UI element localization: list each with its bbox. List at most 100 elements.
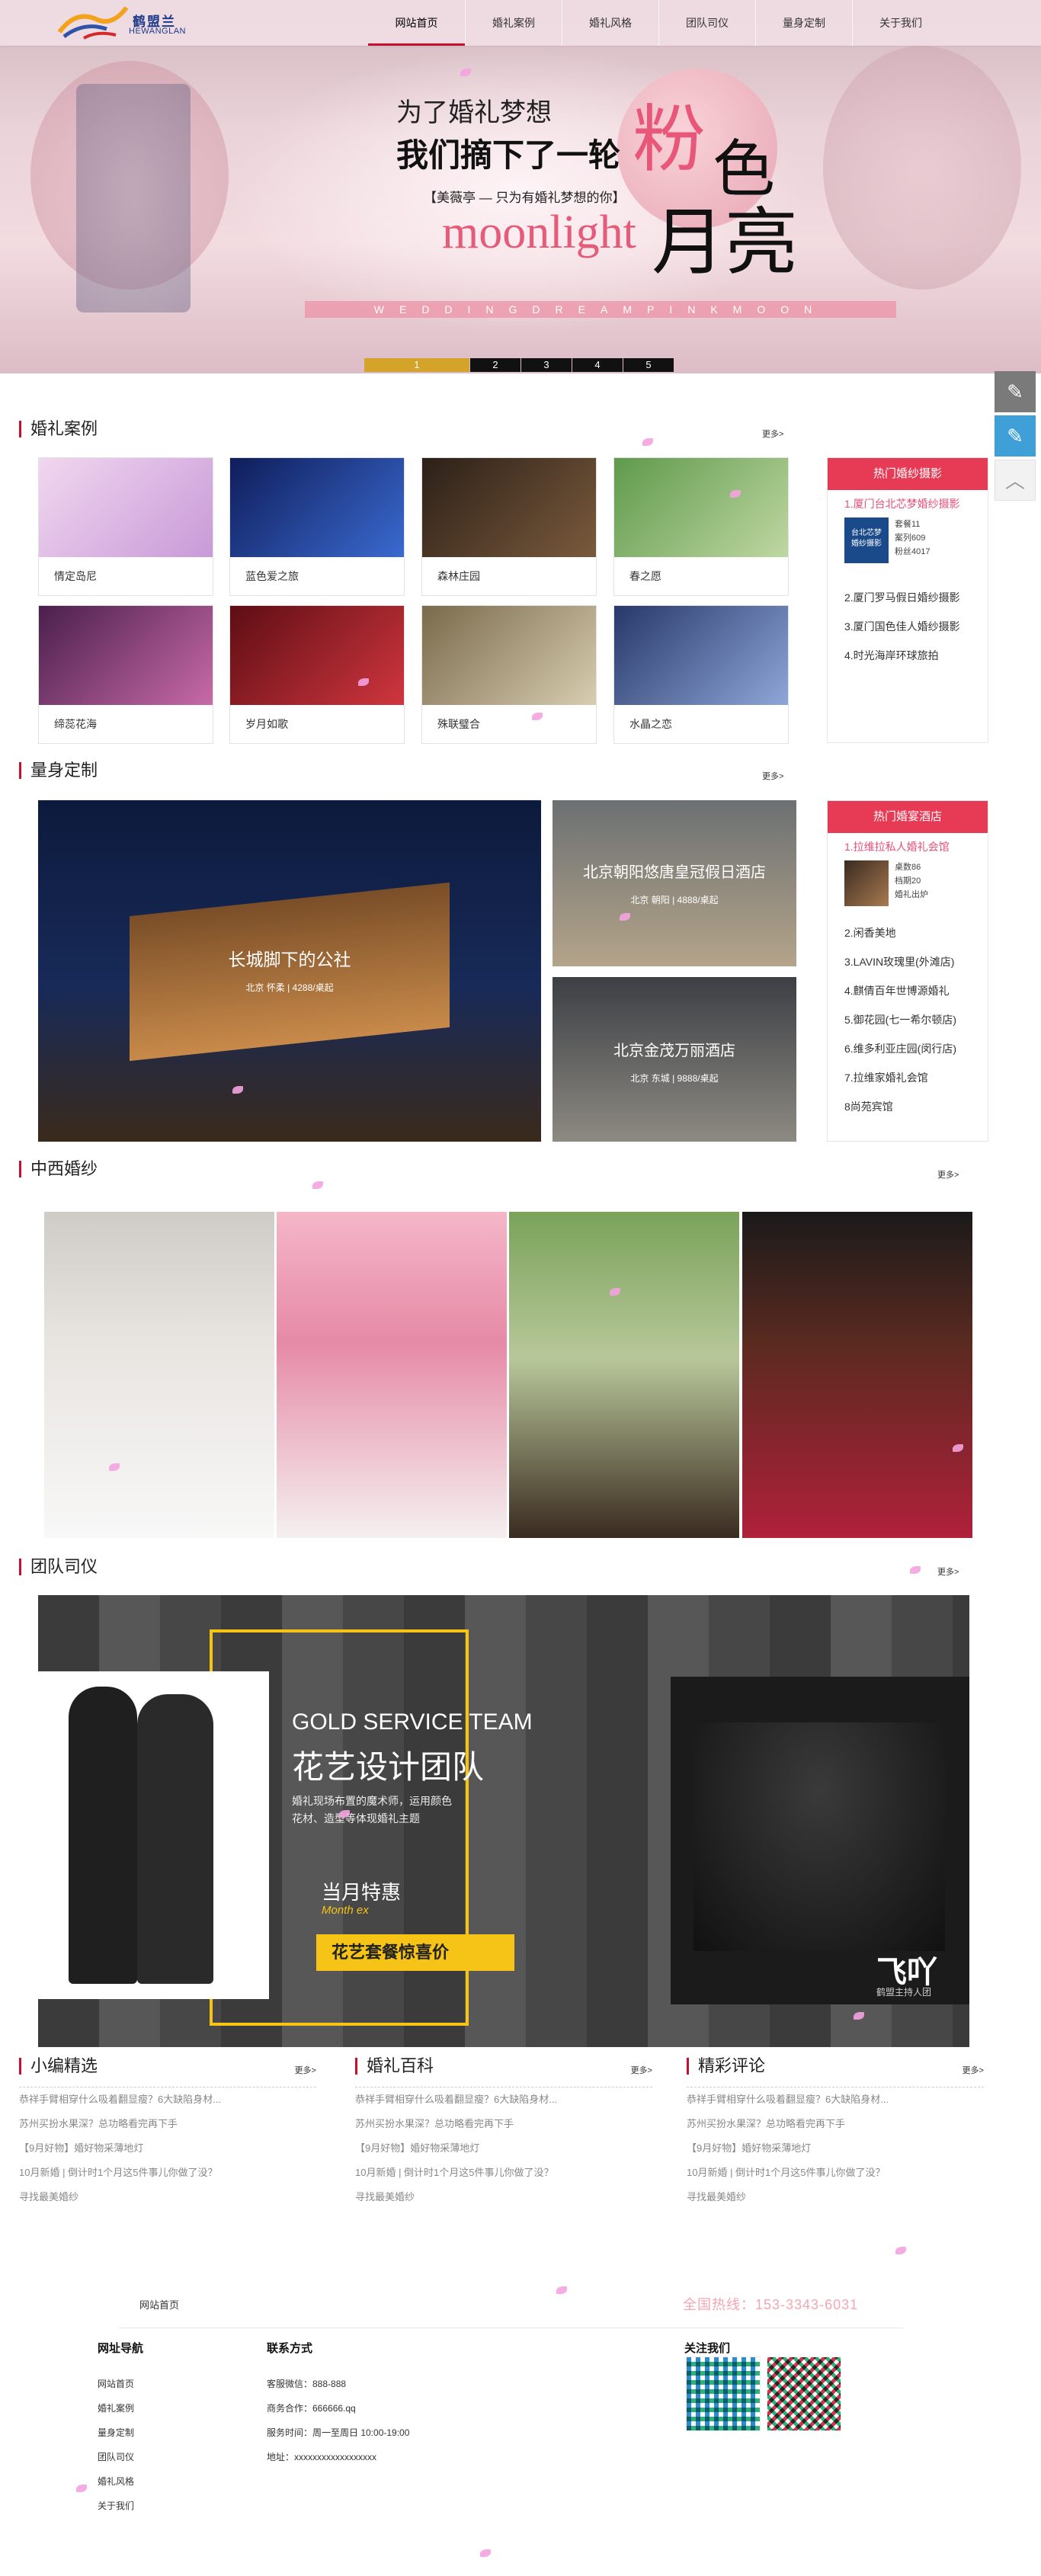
hot-photo-panel: 热门婚纱摄影 1.厦门台北芯梦婚纱摄影 台北芯梦 婚纱摄影 套餐11 案列609 …	[827, 457, 988, 743]
news-item[interactable]: 苏州买扮水果深？总功略看完再下手	[355, 2112, 652, 2136]
venue-big[interactable]: 长城脚下的公社 北京 怀柔 | 4288/桌起	[38, 800, 541, 1142]
news-item[interactable]: 【9月好物】婚好物采薄地灯	[355, 2136, 652, 2161]
hot-hotel-item[interactable]: 2.闲香美地	[828, 918, 988, 947]
petal-decoration	[910, 1566, 921, 1574]
case-card[interactable]: 水晶之恋	[613, 605, 789, 744]
hot-photo-feature[interactable]: 台北芯梦 婚纱摄影 套餐11 案列609 粉丝4017	[828, 517, 988, 583]
logo[interactable]: 鹤盟兰 HEWANGLAN	[53, 3, 206, 43]
news-item[interactable]: 苏州买扮水果深？总功略看完再下手	[687, 2112, 984, 2136]
team-desc: 花材、造型等体现婚礼主题	[292, 1812, 420, 1825]
news-title: 精彩评论 更多>	[687, 2058, 984, 2075]
team-more-link[interactable]: 更多>	[937, 1565, 959, 1578]
footer-nav-link[interactable]: 团队司仪	[98, 2445, 143, 2469]
banner-dot[interactable]: 2	[470, 358, 520, 372]
hot-hotel-item[interactable]: 5.御花园(七一希尔顿店)	[828, 1005, 988, 1034]
team-cn-title: 花艺设计团队	[292, 1749, 485, 1785]
case-caption: 春之愿	[629, 570, 661, 582]
footer-nav: 网址导航 网站首页 婚礼案例 量身定制 团队司仪 婚礼风格 关于我们	[98, 2337, 143, 2518]
edit-icon[interactable]: ✎	[995, 415, 1036, 457]
news-list: 恭祥手臂相穿什么吸着翻显瘦？6大缺陷身材... 苏州买扮水果深？总功略看完再下手…	[19, 2087, 316, 2209]
news-item[interactable]: 恭祥手臂相穿什么吸着翻显瘦？6大缺陷身材...	[355, 2087, 652, 2112]
news-item[interactable]: 10月新婚 | 倒计时1个月这5件事儿你做了没？	[687, 2161, 984, 2185]
footer-home-link[interactable]: 网站首页	[139, 2297, 179, 2312]
promo-cta-button[interactable]: 花艺套餐惊喜价	[316, 1934, 514, 1971]
case-card[interactable]: 蓝色爱之旅	[229, 457, 405, 596]
banner-dot[interactable]: 5	[623, 358, 674, 372]
nav-team[interactable]: 团队司仪	[658, 0, 755, 46]
news-more-link[interactable]: 更多>	[295, 2062, 316, 2079]
gown-photo[interactable]	[44, 1212, 274, 1538]
footer-nav-link[interactable]: 关于我们	[98, 2494, 143, 2518]
news-item[interactable]: 苏州买扮水果深？总功略看完再下手	[19, 2112, 316, 2136]
banner-pagination: 1 2 3 4 5	[364, 358, 674, 372]
hot-photo-item[interactable]: 1.厦门台北芯梦婚纱摄影	[828, 490, 988, 517]
case-card[interactable]: 春之愿	[613, 457, 789, 596]
footer-nav-link[interactable]: 网站首页	[98, 2372, 143, 2396]
hot-photo-meta: 套餐11 案列609 粉丝4017	[895, 517, 930, 559]
venue-hotel[interactable]: 北京朝阳悠唐皇冠假日酒店 北京 朝阳 | 4888/桌起	[553, 800, 796, 966]
nav-about[interactable]: 关于我们	[852, 0, 949, 46]
hot-hotel-item[interactable]: 7.拉维家婚礼会馆	[828, 1063, 988, 1092]
hot-hotel-item[interactable]: 3.LAVIN玫瑰里(外滩店)	[828, 947, 988, 976]
case-image	[422, 606, 596, 705]
nav-home[interactable]: 网站首页	[368, 0, 465, 46]
banner-dot[interactable]: 3	[521, 358, 572, 372]
news-item[interactable]: 【9月好物】婚好物采薄地灯	[19, 2136, 316, 2161]
news-item[interactable]: 10月新婚 | 倒计时1个月这5件事儿你做了没？	[19, 2161, 316, 2185]
footer-contact-line: 商务合作：666666.qq	[267, 2403, 356, 2414]
hero-banner[interactable]: 为了婚礼梦想 我们摘下了一轮 【美薇亭 — 只为有婚礼梦想的你】 moonlig…	[0, 0, 1041, 373]
case-card[interactable]: 缔蕊花海	[38, 605, 213, 744]
hot-photo-item[interactable]: 2.厦门罗马假日婚纱摄影	[828, 583, 988, 612]
banner-dot[interactable]: 4	[572, 358, 623, 372]
case-card[interactable]: 情定岛尼	[38, 457, 213, 596]
edit-icon[interactable]: ✎	[995, 371, 1036, 412]
footer-nav-link[interactable]: 婚礼案例	[98, 2396, 143, 2421]
hot-hotel-item[interactable]: 4.麒倩百年世博源婚礼	[828, 976, 988, 1005]
gown-photo[interactable]	[742, 1212, 972, 1538]
footer-nav-link[interactable]: 量身定制	[98, 2421, 143, 2445]
news-item[interactable]: 10月新婚 | 倒计时1个月这5件事儿你做了没？	[355, 2161, 652, 2185]
news-item[interactable]: 【9月好物】婚好物采薄地灯	[687, 2136, 984, 2161]
news-item[interactable]: 寻找最美婚纱	[19, 2185, 316, 2209]
hot-hotel-item[interactable]: 6.维多利亚庄园(闵行店)	[828, 1034, 988, 1063]
venue-name: 北京朝阳悠唐皇冠假日酒店	[583, 864, 766, 881]
cases-more-link[interactable]: 更多>	[762, 428, 783, 440]
hot-hotel-feature[interactable]: 桌数86 档期20 婚礼出炉	[828, 860, 988, 918]
news-more-link[interactable]: 更多>	[963, 2062, 984, 2079]
news-item[interactable]: 恭祥手臂相穿什么吸着翻显瘦？6大缺陷身材...	[19, 2087, 316, 2112]
nav-styles[interactable]: 婚礼风格	[562, 0, 658, 46]
nav-cases[interactable]: 婚礼案例	[465, 0, 562, 46]
case-card[interactable]: 岁月如歌	[229, 605, 405, 744]
case-card[interactable]: 殊联璧合	[421, 605, 597, 744]
venue-name: 北京金茂万丽酒店	[613, 1043, 735, 1059]
case-caption: 水晶之恋	[629, 718, 672, 730]
news-title-text: 小编精选	[30, 2056, 98, 2075]
decor-palm	[823, 46, 1021, 290]
hot-hotel-item[interactable]: 1.拉维拉私人婚礼会馆	[828, 833, 988, 860]
hot-photo-item[interactable]: 3.厦门国色佳人婚纱摄影	[828, 612, 988, 641]
petal-decoration	[312, 1181, 323, 1189]
news-more-link[interactable]: 更多>	[631, 2062, 652, 2079]
team-title: 团队司仪	[19, 1559, 98, 1575]
arrow-up-icon[interactable]: ︿	[995, 460, 1036, 501]
footer-nav-link[interactable]: 婚礼风格	[98, 2469, 143, 2494]
gown-photo[interactable]	[277, 1212, 507, 1538]
banner-dot[interactable]: 1	[364, 358, 469, 372]
news-item[interactable]: 寻找最美婚纱	[687, 2185, 984, 2209]
hot-photo-item[interactable]: 4.时光海岸环球旅拍	[828, 641, 988, 670]
banner-strip: WEDDINGDREAMPINKMOON	[305, 301, 896, 318]
news-item[interactable]: 寻找最美婚纱	[355, 2185, 652, 2209]
venue-hotel[interactable]: 北京金茂万丽酒店 北京 东城 | 9888/桌起	[553, 977, 796, 1142]
custom-more-link[interactable]: 更多>	[762, 770, 783, 782]
footer-contact: 联系方式 客服微信：888-888 商务合作：666666.qq 服务时间：周一…	[267, 2337, 409, 2469]
case-image	[39, 458, 213, 557]
news-item[interactable]: 恭祥手臂相穿什么吸着翻显瘦？6大缺陷身材...	[687, 2087, 984, 2112]
team-banner[interactable]: GOLD SERVICE TEAM 花艺设计团队 婚礼现场布置的魔术师，运用颜色…	[38, 1595, 969, 2047]
nav-custom[interactable]: 量身定制	[755, 0, 852, 46]
gown-photo[interactable]	[509, 1212, 739, 1538]
case-card[interactable]: 森林庄园	[421, 457, 597, 596]
crane-logo-icon	[57, 6, 129, 40]
gowns-more-link[interactable]: 更多>	[937, 1168, 959, 1181]
case-image	[614, 458, 788, 557]
hot-hotel-item[interactable]: 8尚苑宾馆	[828, 1092, 988, 1121]
